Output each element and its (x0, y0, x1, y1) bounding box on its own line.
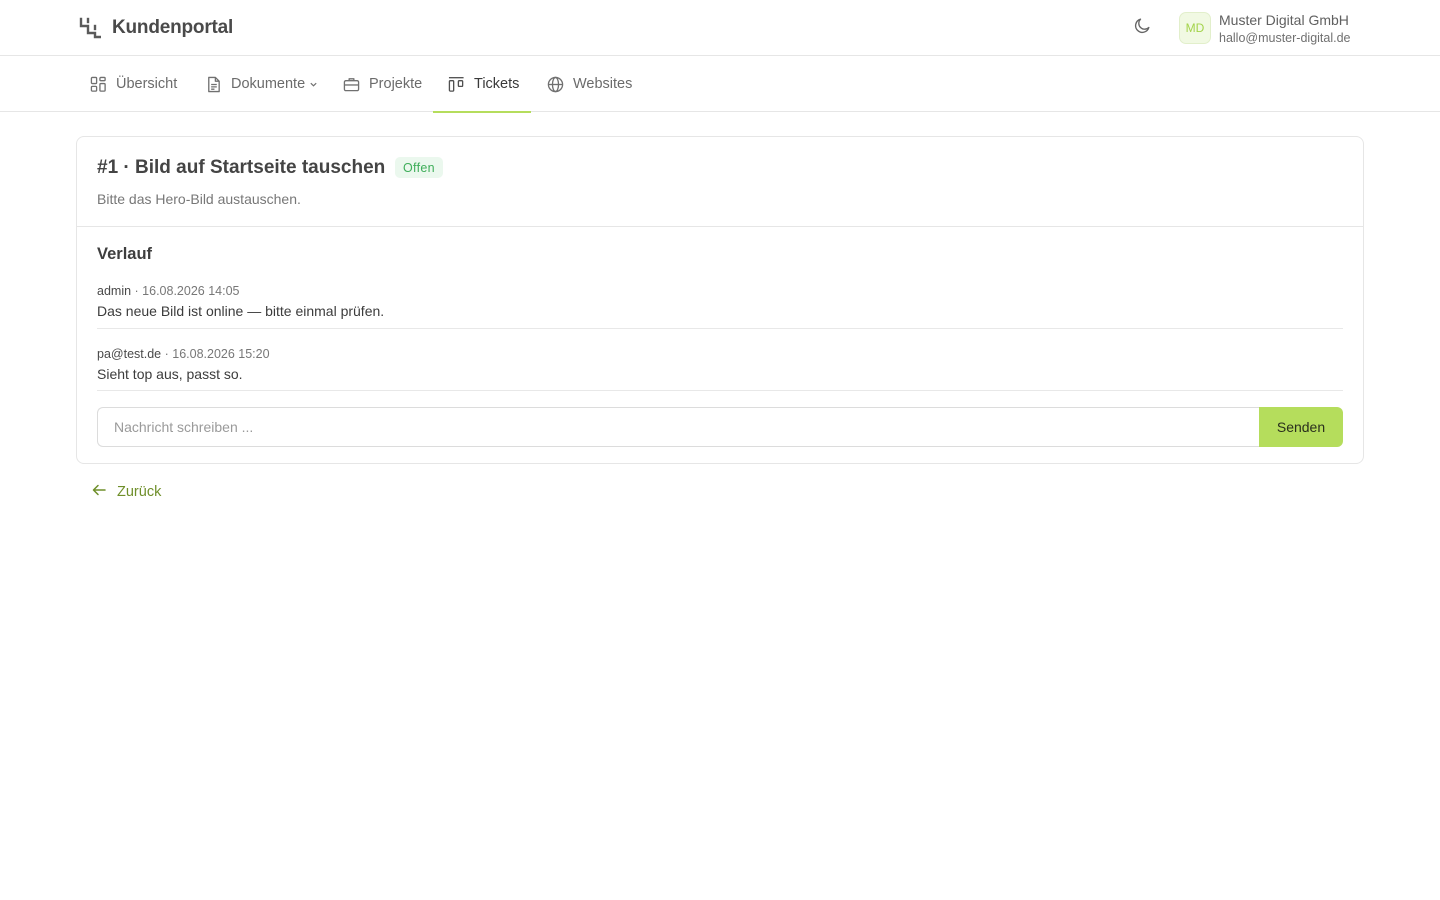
moon-icon (1133, 16, 1152, 40)
brand[interactable]: Kundenportal (79, 16, 233, 40)
back-link[interactable]: Zurück (91, 483, 161, 501)
globe-icon (546, 75, 564, 93)
ticket-title: #1 · Bild auf Startseite tauschen (97, 157, 386, 178)
nav-label: Websites (573, 76, 633, 92)
back-label: Zurück (117, 484, 162, 500)
message-composer: Senden (97, 407, 1343, 447)
entry-author: pa@test.de (97, 347, 162, 361)
send-button[interactable]: Senden (1259, 407, 1343, 447)
entry-text: Sieht top aus, passt so. (97, 366, 243, 382)
nav-item-uebersicht[interactable]: Übersicht (89, 56, 177, 112)
avatar[interactable]: MD (1179, 12, 1211, 44)
account-info[interactable]: Muster Digital GmbH hallo@muster-digital… (1219, 12, 1351, 46)
ticket-description: Bitte das Hero-Bild austauschen. (97, 191, 301, 207)
nav-label: Tickets (474, 76, 520, 92)
entry-meta: admin · 16.08.2026 14:05 (97, 283, 1343, 299)
nav-label: Dokumente (231, 76, 306, 92)
ticket-card: #1 · Bild auf Startseite tauschen Offen … (76, 136, 1364, 464)
history-entry: admin · 16.08.2026 14:05 Das neue Bild i… (97, 283, 1343, 329)
dashboard-icon (89, 75, 107, 93)
arrow-left-icon (91, 482, 117, 502)
account-company: Muster Digital GmbH (1219, 12, 1349, 28)
briefcase-icon (342, 75, 360, 93)
app-title: Kundenportal (112, 17, 234, 38)
stairs-logo-icon (79, 17, 101, 39)
ticket-header: #1 · Bild auf Startseite tauschen Offen … (77, 137, 1363, 227)
nav-item-tickets[interactable]: Tickets (432, 56, 532, 113)
nav-item-projekte[interactable]: Projekte (342, 56, 422, 112)
entry-author: admin (97, 284, 132, 298)
nav-label: Übersicht (116, 76, 178, 92)
main-nav: Übersicht Dokumente Projekte Tickets Web… (0, 56, 1440, 113)
nav-item-websites[interactable]: Websites (546, 56, 632, 112)
entry-meta: pa@test.de · 16.08.2026 15:20 (97, 346, 1343, 362)
entry-text: Das neue Bild ist online — bitte einmal … (97, 303, 385, 319)
entry-timestamp: · 16.08.2026 15:20 (164, 347, 270, 361)
history-entry: pa@test.de · 16.08.2026 15:20 Sieht top … (97, 346, 1343, 391)
chevron-down-icon (309, 80, 318, 89)
message-input[interactable] (97, 407, 1260, 447)
nav-label: Projekte (369, 76, 423, 92)
document-icon (204, 75, 222, 93)
entry-timestamp: · 16.08.2026 14:05 (134, 284, 240, 298)
kanban-icon (447, 75, 465, 93)
history-heading: Verlauf (97, 245, 153, 263)
theme-toggle-button[interactable] (1131, 17, 1153, 39)
status-badge: Offen (395, 157, 443, 178)
top-bar: Kundenportal MD Muster Digital GmbH hall… (0, 0, 1440, 56)
account-email: hallo@muster-digital.de (1219, 31, 1351, 45)
nav-item-dokumente[interactable]: Dokumente (204, 56, 318, 112)
